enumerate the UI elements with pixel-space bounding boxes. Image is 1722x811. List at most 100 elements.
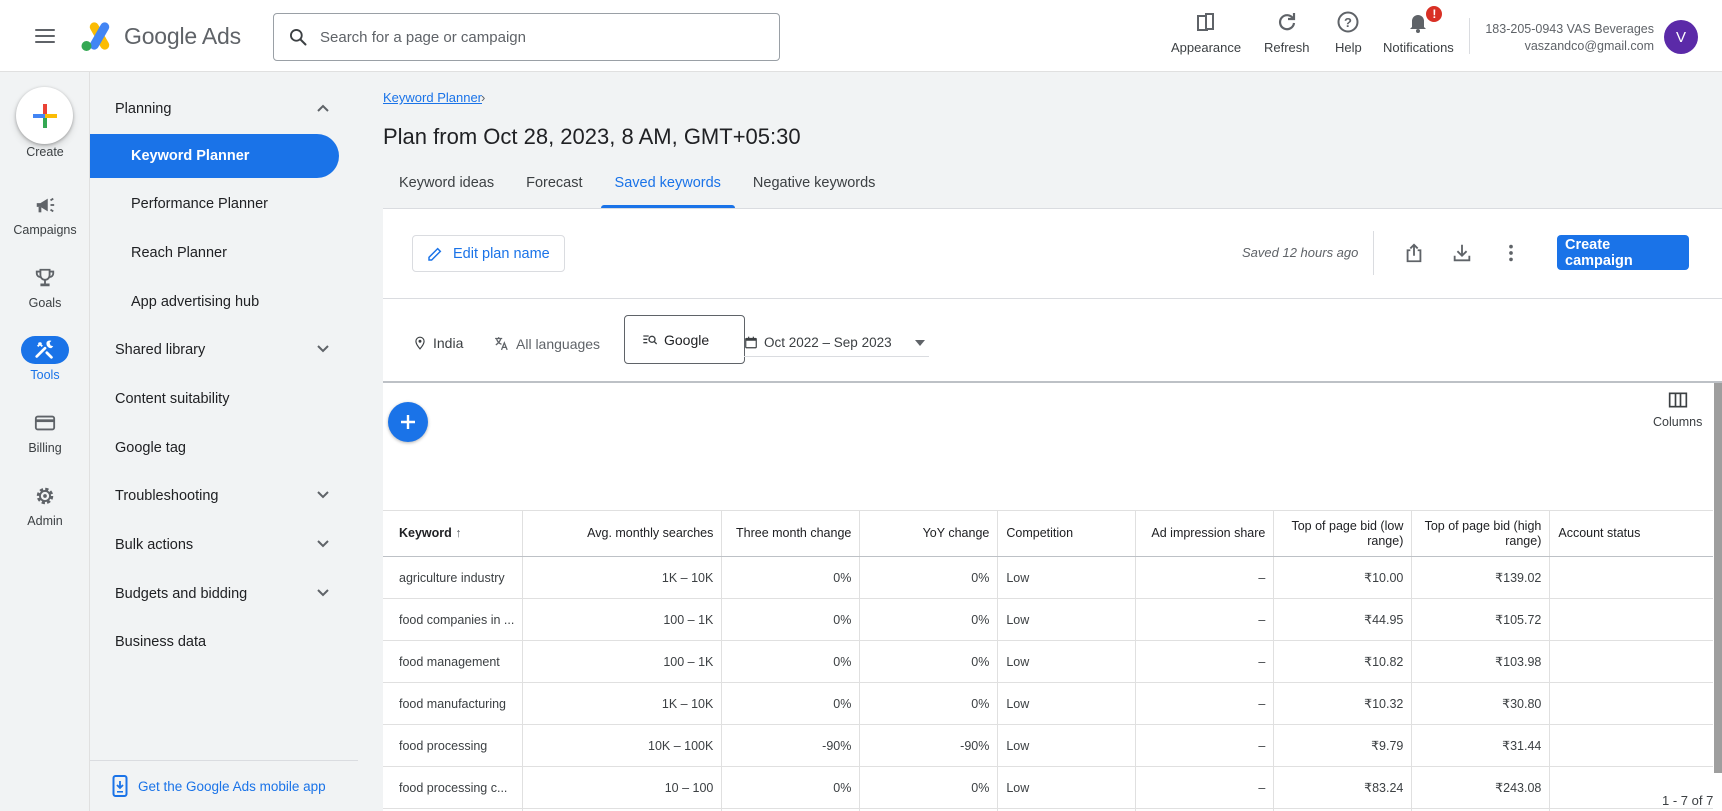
- rail-item-admin[interactable]: Admin: [0, 482, 90, 528]
- table-cell[interactable]: food companies in ...: [383, 598, 524, 641]
- table-cell[interactable]: food processing: [383, 724, 524, 767]
- account-email: vaszandco@gmail.com: [1524, 39, 1654, 53]
- table-cell: [1549, 556, 1713, 599]
- column-header-yoy-change[interactable]: YoY change: [859, 510, 999, 557]
- table-row[interactable]: food processing c... 10 – 100 0% 0% Low – ₹83.…: [383, 766, 1713, 809]
- columns-button[interactable]: Columns: [1653, 391, 1702, 429]
- sidebar-item-google-tag[interactable]: Google tag: [90, 426, 348, 470]
- sidebar-item-content-suitability[interactable]: Content suitability: [90, 377, 348, 421]
- table-cell: 0%: [859, 682, 999, 725]
- avatar[interactable]: V: [1664, 20, 1698, 54]
- date-range-filter[interactable]: Oct 2022 – Sep 2023: [744, 335, 929, 357]
- table-row[interactable]: food processing 10K – 100K -90% -90% Low – ₹9.…: [383, 724, 1713, 767]
- location-filter[interactable]: India: [413, 335, 463, 351]
- logo-text: Google Ads: [124, 22, 241, 49]
- pencil-icon: [428, 247, 442, 261]
- search-box[interactable]: [273, 13, 780, 61]
- share-button[interactable]: [1398, 237, 1430, 269]
- table-cell: ₹10.32: [1273, 682, 1413, 725]
- rail-item-tools[interactable]: Tools: [0, 336, 90, 382]
- google-ads-logo[interactable]: Google Ads: [80, 20, 241, 52]
- svg-text:?: ?: [1344, 15, 1352, 30]
- sidebar-item-keyword-planner[interactable]: Keyword Planner: [90, 134, 339, 178]
- breadcrumb-keyword-planner[interactable]: Keyword Planner: [383, 90, 482, 105]
- table-cell: 100 – 1K: [522, 598, 723, 641]
- table-row[interactable]: food companies in ... 100 – 1K 0% 0% Low – ₹44…: [383, 598, 1713, 641]
- mobile-app-link[interactable]: Get the Google Ads mobile app: [90, 760, 358, 811]
- table-cell: [1549, 724, 1713, 767]
- table-row[interactable]: food management 100 – 1K 0% 0% Low – ₹10.82 ₹10…: [383, 640, 1713, 683]
- download-button[interactable]: [1446, 237, 1478, 269]
- plus-icon: [401, 415, 415, 429]
- create-campaign-button[interactable]: Create campaign: [1557, 235, 1689, 270]
- help-label: Help: [1335, 40, 1362, 55]
- rail-item-campaigns[interactable]: Campaigns: [0, 191, 90, 237]
- column-header-bid-high[interactable]: Top of page bid (high range): [1411, 510, 1551, 557]
- network-filter[interactable]: Google: [624, 315, 745, 364]
- columns-label: Columns: [1653, 415, 1703, 429]
- sidebar-item-performance-planner[interactable]: Performance Planner: [90, 182, 348, 226]
- appearance-button[interactable]: Appearance: [1171, 10, 1241, 55]
- sidebar-item-label: Budgets and bidding: [115, 586, 248, 602]
- language-filter[interactable]: All languages: [493, 335, 600, 352]
- tab-negative-keywords[interactable]: Negative keywords: [737, 172, 892, 208]
- table-cell: -90%: [859, 724, 999, 767]
- rail-item-goals[interactable]: Goals: [0, 264, 90, 310]
- sidebar-item-app-advertising-hub[interactable]: App advertising hub: [90, 280, 348, 324]
- campaigns-label: Campaigns: [13, 223, 77, 237]
- sidebar-item-bulk-actions[interactable]: Bulk actions: [90, 523, 348, 567]
- column-header-bid-low[interactable]: Top of page bid (low range): [1273, 510, 1413, 557]
- add-keyword-button[interactable]: [388, 402, 428, 442]
- column-header-three-month-change[interactable]: Three month change: [721, 510, 861, 557]
- phone-download-icon: [112, 775, 128, 797]
- table-cell: 0%: [859, 598, 999, 641]
- table-cell: ₹83.24: [1273, 766, 1413, 809]
- table-cell[interactable]: agriculture industry: [383, 556, 524, 599]
- edit-plan-name-button[interactable]: Edit plan name: [412, 235, 565, 272]
- notifications-button[interactable]: ! Notifications: [1383, 4, 1454, 55]
- help-button[interactable]: ? Help: [1335, 10, 1362, 55]
- appearance-label: Appearance: [1171, 40, 1242, 55]
- menu-icon[interactable]: [28, 22, 62, 50]
- column-header-keyword[interactable]: Keyword ↑: [383, 510, 524, 557]
- refresh-button[interactable]: Refresh: [1264, 10, 1310, 55]
- column-header-avg-monthly-searches[interactable]: Avg. monthly searches: [522, 510, 723, 557]
- table-body: agriculture industry 1K – 10K 0% 0% Low – ₹10.…: [383, 556, 1713, 811]
- more-options-button[interactable]: [1495, 237, 1527, 269]
- sidebar-item-shared-library[interactable]: Shared library: [90, 328, 348, 372]
- sort-arrow-up-icon: ↑: [455, 526, 462, 540]
- table-row[interactable]: agriculture industry 1K – 10K 0% 0% Low – ₹10.…: [383, 556, 1713, 599]
- calendar-icon: [745, 336, 757, 349]
- saved-keywords-panel: Edit plan name Saved 12 hours ago Create…: [383, 209, 1722, 811]
- download-icon: [1453, 244, 1471, 262]
- tab-keyword-ideas[interactable]: Keyword ideas: [383, 172, 510, 208]
- sidebar-item-label: Troubleshooting: [115, 488, 219, 504]
- column-header-competition[interactable]: Competition: [997, 510, 1137, 557]
- tab-saved-keywords[interactable]: Saved keywords: [599, 172, 737, 208]
- vertical-scrollbar[interactable]: [1714, 383, 1722, 773]
- table-cell: Low: [997, 598, 1137, 641]
- billing-label: Billing: [28, 441, 62, 455]
- main-content: Keyword Planner › Plan from Oct 28, 2023…: [358, 72, 1722, 811]
- chevron-down-icon: [317, 589, 329, 597]
- table-cell[interactable]: food management: [383, 640, 524, 683]
- table-row[interactable]: food manufacturing 1K – 10K 0% 0% Low – ₹10.32…: [383, 682, 1713, 725]
- sidebar-item-planning[interactable]: Planning: [90, 87, 348, 131]
- sidebar-item-business-data[interactable]: Business data: [90, 620, 348, 664]
- sidebar-item-label: App advertising hub: [131, 294, 260, 310]
- sidebar-item-budgets-and-bidding[interactable]: Budgets and bidding: [90, 572, 348, 616]
- create-button[interactable]: [16, 87, 73, 144]
- table-cell[interactable]: food manufacturing: [383, 682, 524, 725]
- sidebar-item-reach-planner[interactable]: Reach Planner: [90, 231, 348, 275]
- account-info[interactable]: 183-205-0943 VAS Beverages vaszandco@gma…: [1485, 21, 1654, 55]
- table-cell: 0%: [721, 682, 861, 725]
- tab-forecast[interactable]: Forecast: [510, 172, 598, 208]
- rail-item-billing[interactable]: Billing: [0, 409, 90, 455]
- search-input[interactable]: [320, 28, 740, 46]
- goals-label: Goals: [28, 296, 62, 310]
- sidebar-item-troubleshooting[interactable]: Troubleshooting: [90, 474, 348, 518]
- table-cell: ₹10.00: [1273, 556, 1413, 599]
- table-cell[interactable]: food processing c...: [383, 766, 524, 809]
- column-header-ad-impression-share[interactable]: Ad impression share: [1135, 510, 1275, 557]
- column-header-account-status[interactable]: Account status: [1549, 510, 1713, 557]
